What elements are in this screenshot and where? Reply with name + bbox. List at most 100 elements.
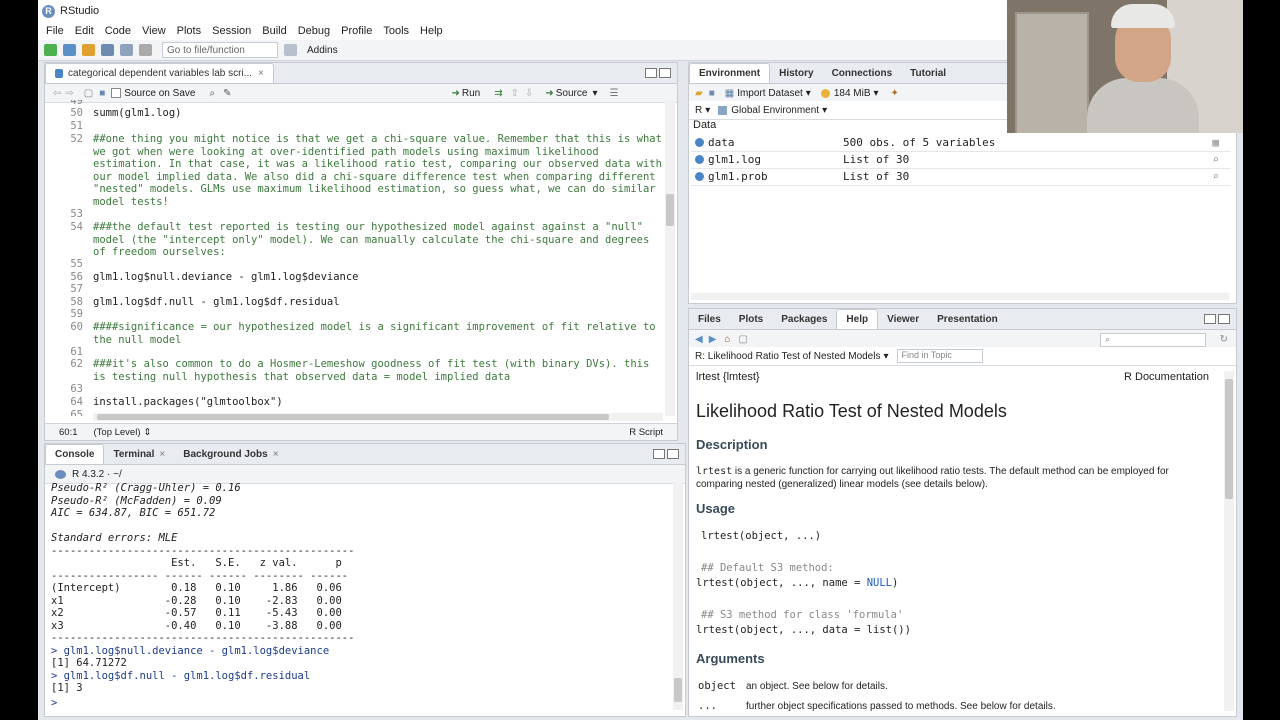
- env-row-data[interactable]: data 500 obs. of 5 variables ▦: [691, 134, 1231, 152]
- environment-scope-selector[interactable]: Global Environment: [731, 105, 819, 116]
- expand-icon[interactable]: [695, 138, 704, 147]
- run-button[interactable]: Run: [462, 88, 480, 99]
- console-output[interactable]: Pseudo-R² (Cragg-Uhler) = 0.16 Pseudo-R² …: [51, 482, 671, 712]
- menu-debug[interactable]: Debug: [298, 25, 330, 37]
- load-workspace-icon[interactable]: ▰: [695, 88, 703, 99]
- tab-files[interactable]: Files: [689, 310, 730, 329]
- minimize-pane-icon[interactable]: [645, 68, 657, 78]
- chevron-down-icon[interactable]: ▾: [874, 88, 879, 99]
- chevron-down-icon[interactable]: ▾: [592, 88, 597, 99]
- tab-plots[interactable]: Plots: [730, 310, 772, 329]
- save-workspace-icon[interactable]: ■: [709, 88, 715, 99]
- show-in-window-icon[interactable]: ▢: [84, 88, 93, 99]
- save-file-icon[interactable]: ■: [99, 88, 105, 99]
- env-row-glm1-log[interactable]: glm1.log List of 30 ⌕: [691, 151, 1231, 169]
- scroll-thumb[interactable]: [97, 414, 609, 420]
- save-all-icon[interactable]: [120, 44, 133, 56]
- menu-plots[interactable]: Plots: [177, 25, 201, 37]
- maximize-pane-icon[interactable]: [659, 68, 671, 78]
- editor-vertical-scrollbar[interactable]: [665, 100, 675, 416]
- env-row-glm1-prob[interactable]: glm1.prob List of 30 ⌕: [691, 168, 1231, 186]
- forward-arrow-icon[interactable]: ⇨: [65, 88, 73, 99]
- memory-usage[interactable]: 184 MiB: [834, 88, 871, 99]
- addins-menu[interactable]: Addins: [307, 45, 338, 56]
- code-area[interactable]: 49 50 summ(glm1.log) 51 52 ##one thing y…: [45, 100, 663, 416]
- tab-help[interactable]: Help: [836, 309, 879, 329]
- save-icon[interactable]: [101, 44, 114, 56]
- help-topic-selector[interactable]: R: Likelihood Ratio Test of Nested Model…: [695, 351, 880, 362]
- table-view-icon[interactable]: ▦: [1212, 136, 1219, 149]
- source-on-save-checkbox[interactable]: [111, 88, 122, 98]
- minimize-pane-icon[interactable]: [653, 449, 665, 459]
- scroll-thumb[interactable]: [1225, 379, 1233, 499]
- maximize-pane-icon[interactable]: [667, 449, 679, 459]
- search-icon[interactable]: ⌕: [209, 88, 215, 99]
- scroll-thumb[interactable]: [674, 678, 682, 702]
- menu-tools[interactable]: Tools: [383, 25, 409, 37]
- chevron-down-icon[interactable]: ▾: [883, 351, 888, 362]
- tab-presentation[interactable]: Presentation: [928, 310, 1007, 329]
- back-arrow-icon[interactable]: ◀: [695, 334, 703, 345]
- close-icon[interactable]: ×: [258, 68, 264, 79]
- help-search-input[interactable]: ⌕: [1100, 333, 1206, 347]
- tab-tutorial[interactable]: Tutorial: [901, 64, 955, 83]
- tab-background-jobs[interactable]: Background Jobs ×: [174, 445, 287, 464]
- search-icon[interactable]: ⌕: [1212, 153, 1219, 166]
- back-arrow-icon[interactable]: ⇦: [53, 88, 61, 99]
- menu-file[interactable]: File: [46, 25, 64, 37]
- menu-profile[interactable]: Profile: [341, 25, 372, 37]
- editor-horizontal-scrollbar[interactable]: [93, 413, 663, 421]
- maximize-pane-icon[interactable]: [1218, 314, 1230, 324]
- source-button[interactable]: Source: [556, 88, 588, 99]
- broom-icon[interactable]: ✦: [891, 88, 899, 99]
- expand-icon[interactable]: [695, 155, 704, 164]
- new-project-icon[interactable]: [63, 44, 76, 56]
- tab-viewer[interactable]: Viewer: [878, 310, 928, 329]
- menu-session[interactable]: Session: [212, 25, 251, 37]
- down-chunk-icon[interactable]: ⇩: [525, 88, 533, 99]
- new-file-icon[interactable]: [44, 44, 57, 56]
- expand-icon[interactable]: [695, 172, 704, 181]
- tab-terminal[interactable]: Terminal ×: [104, 445, 174, 464]
- tab-connections[interactable]: Connections: [823, 64, 902, 83]
- refresh-icon[interactable]: ↻: [1220, 334, 1228, 345]
- menu-code[interactable]: Code: [105, 25, 131, 37]
- tab-packages[interactable]: Packages: [772, 310, 836, 329]
- chevron-down-icon[interactable]: ▾: [705, 105, 710, 116]
- grid-layout-icon[interactable]: [284, 44, 297, 56]
- tab-environment[interactable]: Environment: [689, 63, 771, 83]
- help-vertical-scrollbar[interactable]: [1224, 371, 1234, 711]
- print-icon[interactable]: [139, 44, 152, 56]
- run-arrow-icon[interactable]: ➜: [451, 88, 459, 99]
- menu-view[interactable]: View: [142, 25, 166, 37]
- scroll-thumb[interactable]: [666, 194, 674, 226]
- tab-history[interactable]: History: [770, 64, 822, 83]
- show-in-window-icon[interactable]: ▢: [738, 334, 747, 345]
- goto-file-input[interactable]: Go to file/function: [162, 42, 278, 58]
- console-prompt[interactable]: >: [51, 697, 671, 710]
- close-icon[interactable]: ×: [159, 449, 165, 460]
- environment-horizontal-scrollbar[interactable]: [691, 293, 1229, 300]
- rerun-icon[interactable]: ⇉: [494, 88, 502, 99]
- import-dataset-button[interactable]: Import Dataset: [737, 88, 803, 99]
- close-icon[interactable]: ×: [273, 449, 279, 460]
- home-icon[interactable]: ⌂: [724, 334, 730, 345]
- source-arrow-icon[interactable]: ➜: [545, 88, 553, 99]
- up-chunk-icon[interactable]: ⇧: [511, 88, 519, 99]
- menu-edit[interactable]: Edit: [75, 25, 94, 37]
- tab-console[interactable]: Console: [45, 444, 105, 464]
- chevron-down-icon[interactable]: ▾: [806, 88, 811, 99]
- menu-help[interactable]: Help: [420, 25, 443, 37]
- language-selector[interactable]: R: [695, 105, 702, 116]
- editor-tab[interactable]: categorical dependent variables lab scri…: [45, 63, 274, 83]
- minimize-pane-icon[interactable]: [1204, 314, 1216, 324]
- open-file-icon[interactable]: [82, 44, 95, 56]
- outline-icon[interactable]: ☰: [609, 88, 618, 99]
- forward-arrow-icon[interactable]: ▶: [709, 334, 717, 345]
- console-vertical-scrollbar[interactable]: [673, 482, 683, 710]
- magic-wand-icon[interactable]: ✎: [223, 88, 231, 99]
- chevron-down-icon[interactable]: ▾: [822, 105, 827, 116]
- menu-build[interactable]: Build: [262, 25, 286, 37]
- file-type-selector[interactable]: R Script: [629, 427, 663, 438]
- scope-selector[interactable]: (Top Level): [94, 427, 141, 438]
